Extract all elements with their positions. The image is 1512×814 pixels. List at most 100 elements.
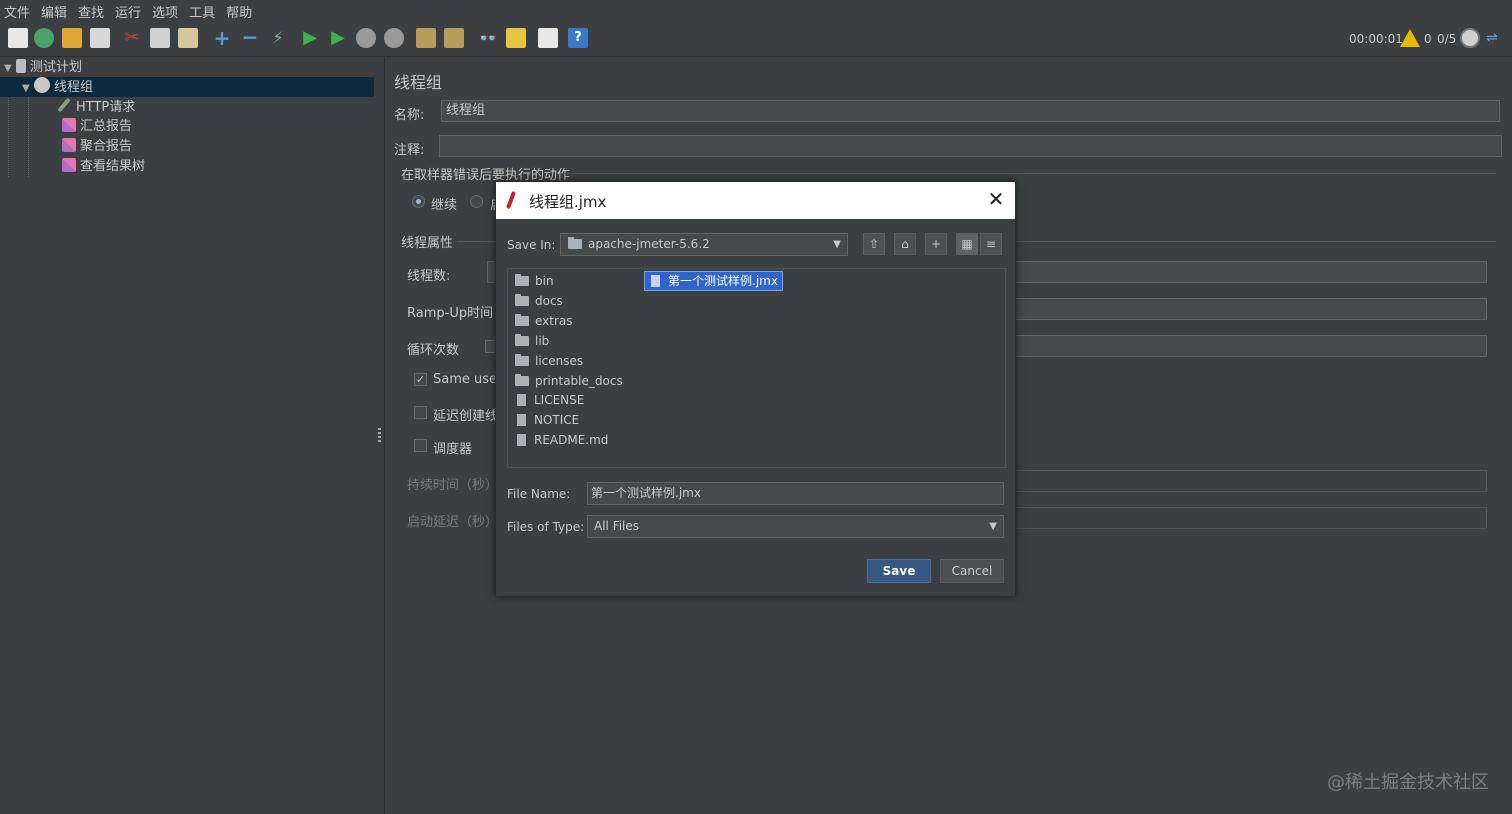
threads-label: 线程数: [407, 269, 451, 284]
tree-item-summary-report[interactable]: 汇总报告 [62, 117, 132, 137]
toggle-icon[interactable]: ⚡ [268, 28, 288, 48]
save-in-dropdown[interactable]: apache-jmeter-5.6.2 ▼ [560, 233, 848, 256]
chevron-down-icon[interactable]: ▼ [22, 79, 34, 99]
tree-item-aggregate-report[interactable]: 聚合报告 [62, 137, 132, 157]
drag-handle-icon[interactable] [378, 428, 381, 442]
group-border [561, 173, 1496, 174]
home-button[interactable]: ⌂ [894, 233, 916, 255]
tree-item-http-request[interactable]: HTTP请求 [57, 97, 136, 117]
menu-run[interactable]: 运行 [115, 2, 148, 21]
expand-icon[interactable]: + [212, 28, 232, 48]
radio-continue-label: 继续 [431, 198, 458, 213]
report-icon [62, 118, 76, 132]
templates-icon[interactable] [34, 28, 54, 48]
tree-item-label: 线程组 [54, 80, 94, 95]
menu-edit[interactable]: 编辑 [41, 2, 74, 21]
list-item[interactable]: lib [515, 332, 549, 350]
search-icon[interactable]: 👓 [478, 28, 498, 48]
comment-label: 注释: [394, 143, 425, 158]
shutdown-icon[interactable] [384, 28, 404, 48]
name-field[interactable]: 线程组 [441, 100, 1500, 122]
selected-file-item[interactable]: 第一个测试样例.jmx [644, 271, 783, 291]
stop-icon[interactable] [356, 28, 376, 48]
save-dialog: 线程组.jmx ✕ Save In: apache-jmeter-5.6.2 ▼… [495, 181, 1016, 597]
file-name: lib [535, 334, 550, 348]
thread-props-legend: 线程属性 [401, 236, 454, 251]
list-item[interactable]: README.md [515, 431, 608, 449]
list-item[interactable]: extras [515, 312, 573, 330]
cancel-button[interactable]: Cancel [940, 559, 1004, 583]
paste-icon[interactable] [178, 28, 198, 48]
log-viewer-icon[interactable]: ⇌ [1486, 30, 1504, 46]
file-name-label: File Name: [507, 487, 571, 501]
help-icon[interactable]: ? [568, 28, 588, 48]
same-user-checkbox[interactable]: ✓ [414, 373, 427, 386]
file-name: bin [535, 274, 554, 288]
list-item[interactable]: NOTICE [515, 411, 579, 429]
list-view-button[interactable]: ▦ [956, 233, 978, 255]
chevron-down-icon[interactable]: ▼ [4, 59, 16, 79]
list-item[interactable]: docs [515, 292, 563, 310]
open-icon[interactable] [62, 28, 82, 48]
clear-icon[interactable] [416, 28, 436, 48]
details-view-button[interactable]: ≡ [980, 233, 1002, 255]
tree-item-thread-group[interactable]: ▼ 线程组 [0, 77, 374, 97]
file-name: licenses [535, 354, 584, 368]
clear-all-icon[interactable] [444, 28, 464, 48]
tree-item-results-tree[interactable]: 查看结果树 [62, 157, 145, 177]
tree-item-test-plan[interactable]: ▼ 测试计划 [4, 58, 82, 78]
menu-tools[interactable]: 工具 [189, 2, 222, 21]
start-no-pause-icon[interactable]: ▶ [328, 28, 348, 48]
list-item[interactable]: printable_docs [515, 372, 623, 390]
dialog-title: 线程组.jmx [529, 193, 607, 211]
start-icon[interactable]: ▶ [300, 28, 320, 48]
function-helper-icon[interactable] [538, 28, 558, 48]
menu-bar: 文件 编辑 查找 运行 选项 工具 帮助 [0, 0, 1512, 22]
copy-icon[interactable] [150, 28, 170, 48]
up-folder-button[interactable]: ⇧ [863, 233, 885, 255]
file-name: README.md [534, 433, 609, 447]
menu-help[interactable]: 帮助 [226, 2, 259, 21]
remote-globe-icon[interactable] [1460, 28, 1480, 48]
http-request-icon [57, 97, 71, 113]
list-item[interactable]: bin [515, 272, 554, 290]
save-in-label: Save In: [507, 238, 556, 252]
save-button[interactable]: Save [867, 559, 931, 583]
folder-icon [515, 314, 529, 326]
menu-options[interactable]: 选项 [152, 2, 185, 21]
new-icon[interactable] [8, 28, 28, 48]
reset-search-icon[interactable] [506, 28, 526, 48]
chevron-down-icon: ▼ [989, 521, 997, 532]
new-folder-button[interactable]: + [925, 233, 947, 255]
warning-icon[interactable] [1400, 29, 1420, 47]
folder-icon [515, 354, 529, 366]
file-name-input[interactable]: 第一个测试样例.jmx [587, 482, 1004, 505]
delay-create-checkbox[interactable] [414, 406, 427, 419]
list-item[interactable]: licenses [515, 352, 583, 370]
radio-continue[interactable] [412, 195, 425, 208]
warning-count: 0 [1424, 32, 1432, 46]
menu-file[interactable]: 文件 [4, 2, 37, 21]
file-icon [517, 394, 526, 406]
close-icon[interactable]: ✕ [985, 188, 1007, 210]
save-icon[interactable] [90, 28, 110, 48]
list-item[interactable]: LICENSE [515, 391, 584, 409]
selected-file-name: 第一个测试样例.jmx [668, 274, 778, 288]
menu-search[interactable]: 查找 [78, 2, 111, 21]
scheduler-checkbox[interactable] [414, 439, 427, 452]
radio-start-next[interactable] [470, 195, 483, 208]
collapse-icon[interactable]: − [240, 27, 260, 48]
file-list[interactable]: bin docs extras lib licenses printable_d… [507, 268, 1006, 468]
files-of-type-value: All Files [594, 519, 640, 533]
folder-icon [515, 274, 529, 286]
save-in-value: apache-jmeter-5.6.2 [588, 237, 710, 251]
cut-icon[interactable]: ✂ [122, 28, 142, 48]
files-of-type-label: Files of Type: [507, 520, 585, 534]
comment-field[interactable] [439, 135, 1502, 157]
files-of-type-dropdown[interactable]: All Files ▼ [587, 515, 1004, 538]
tree-item-label: HTTP请求 [76, 100, 136, 115]
duration-label: 持续时间（秒） [407, 478, 499, 493]
gear-icon [34, 77, 50, 93]
dialog-titlebar[interactable]: 线程组.jmx ✕ [496, 182, 1015, 219]
tree-guide [28, 97, 29, 177]
